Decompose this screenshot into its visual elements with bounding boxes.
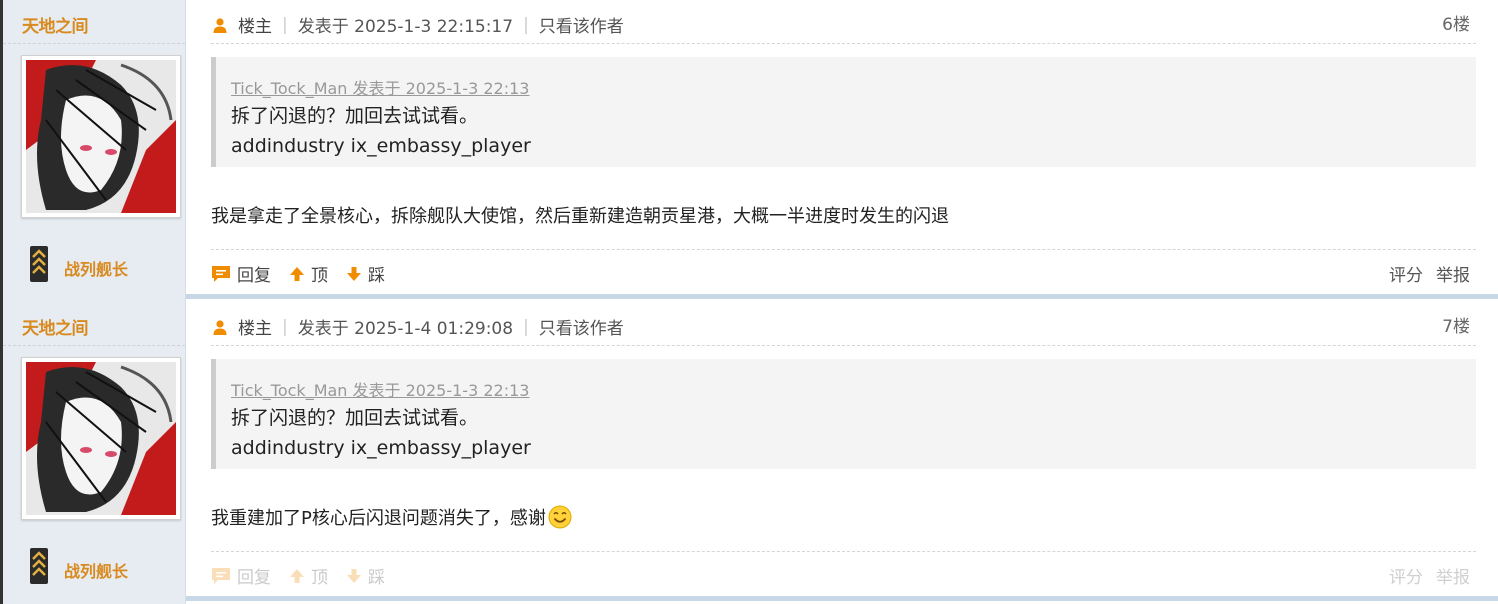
person-icon <box>213 319 227 335</box>
upvote-label: 顶 <box>311 266 328 286</box>
quote-header-link[interactable]: Tick_Tock_Man 发表于 2025-1-3 22:13 <box>231 75 1476 99</box>
report-button[interactable]: 举报 <box>1436 563 1470 588</box>
reply-label: 回复 <box>237 266 271 286</box>
smiley-icon <box>548 505 572 529</box>
floor-number[interactable]: 7楼 <box>1442 312 1470 337</box>
footer-divider <box>211 249 1476 250</box>
author-rank: 战列舰长 <box>64 260 129 279</box>
quote-text: addindustry ix_embassy_player <box>231 437 531 459</box>
meta-divider: | <box>523 316 529 337</box>
quote-text: 拆了闪退的？加回去试试看。 <box>231 407 479 429</box>
post-tools: 评分 举报 <box>1376 261 1470 286</box>
meta-divider: | <box>282 316 288 337</box>
post-meta: 楼主 | 发表于 2025-1-3 22:15:17 | 只看该作者 <box>212 12 624 37</box>
arrow-down-icon <box>347 568 361 583</box>
rank-badge-icon <box>30 548 48 584</box>
footer-divider <box>211 551 1476 552</box>
avatar[interactable] <box>21 357 181 520</box>
author-rank: 战列舰长 <box>64 562 129 581</box>
quote-header-link[interactable]: Tick_Tock_Man 发表于 2025-1-3 22:13 <box>231 377 1476 401</box>
only-author-link[interactable]: 只看该作者 <box>539 314 624 339</box>
quote-block: Tick_Tock_Man 发表于 2025-1-3 22:13 拆了闪退的？加… <box>211 57 1476 167</box>
meta-divider-line <box>211 43 1476 44</box>
post-content: 楼主 | 发表于 2025-1-4 01:29:08 | 只看该作者 7楼 Ti… <box>186 302 1498 596</box>
post-actions: 回复 顶 踩 <box>211 261 403 286</box>
rate-button[interactable]: 评分 <box>1389 261 1423 286</box>
post-divider-bar <box>186 294 1498 299</box>
reply-label: 回复 <box>237 568 271 588</box>
meta-divider-line <box>211 345 1476 346</box>
author-username[interactable]: 天地之间 <box>22 314 89 339</box>
author-sidebar: 天地之间 战列舰长 <box>0 0 186 302</box>
reply-button[interactable]: 回复 <box>211 261 271 286</box>
post-body-text: 我重建加了P核心后闪退问题消失了，感谢 <box>211 508 546 529</box>
author-sidebar: 天地之间 战列舰长 <box>0 302 186 604</box>
reply-icon <box>212 567 230 584</box>
upvote-label: 顶 <box>311 568 328 588</box>
arrow-up-icon <box>290 266 304 281</box>
post-tools: 评分 举报 <box>1376 563 1470 588</box>
post-body: 我是拿走了全景核心，拆除舰队大使馆，然后重新建造朝贡星港，大概一半进度时发生的闪… <box>211 202 949 228</box>
downvote-label: 踩 <box>368 568 385 588</box>
post-7: 天地之间 战列舰长 楼主 | 发表于 2025-1-4 01:29:08 | 只… <box>0 302 1498 604</box>
post-meta: 楼主 | 发表于 2025-1-4 01:29:08 | 只看该作者 <box>212 314 624 339</box>
avatar[interactable] <box>21 55 181 218</box>
person-icon <box>213 17 227 33</box>
post-6: 天地之间 战列舰长 楼主 | 发表于 2025-1-3 22:15:17 | 只… <box>0 0 1498 302</box>
op-badge: 楼主 <box>238 17 272 37</box>
post-body-text: 我是拿走了全景核心，拆除舰队大使馆，然后重新建造朝贡星港，大概一半进度时发生的闪… <box>211 206 949 227</box>
quote-text: addindustry ix_embassy_player <box>231 135 531 157</box>
upvote-button[interactable]: 顶 <box>289 563 328 588</box>
rate-button[interactable]: 评分 <box>1389 563 1423 588</box>
op-badge: 楼主 <box>238 319 272 339</box>
meta-divider: | <box>523 14 529 35</box>
floor-number[interactable]: 6楼 <box>1442 10 1470 35</box>
sidebar-edge <box>0 302 3 604</box>
post-timestamp: 发表于 2025-1-4 01:29:08 <box>297 319 514 339</box>
reply-icon <box>212 265 230 282</box>
post-actions: 回复 顶 踩 <box>211 563 403 588</box>
downvote-button[interactable]: 踩 <box>346 261 385 286</box>
only-author-link[interactable]: 只看该作者 <box>539 12 624 37</box>
sidebar-divider <box>3 43 185 44</box>
sidebar-edge <box>0 0 3 302</box>
meta-divider: | <box>282 14 288 35</box>
downvote-button[interactable]: 踩 <box>346 563 385 588</box>
arrow-up-icon <box>290 568 304 583</box>
post-timestamp: 发表于 2025-1-3 22:15:17 <box>297 17 514 37</box>
quote-block: Tick_Tock_Man 发表于 2025-1-3 22:13 拆了闪退的？加… <box>211 359 1476 469</box>
rank-badge-icon <box>30 246 48 282</box>
reply-button[interactable]: 回复 <box>211 563 271 588</box>
post-divider-bar <box>186 596 1498 601</box>
author-username[interactable]: 天地之间 <box>22 12 89 37</box>
sidebar-divider <box>3 345 185 346</box>
downvote-label: 踩 <box>368 266 385 286</box>
report-button[interactable]: 举报 <box>1436 261 1470 286</box>
post-body: 我重建加了P核心后闪退问题消失了，感谢 <box>211 504 572 530</box>
arrow-down-icon <box>347 266 361 281</box>
upvote-button[interactable]: 顶 <box>289 261 328 286</box>
post-content: 楼主 | 发表于 2025-1-3 22:15:17 | 只看该作者 6楼 Ti… <box>186 0 1498 294</box>
quote-text: 拆了闪退的？加回去试试看。 <box>231 105 479 127</box>
